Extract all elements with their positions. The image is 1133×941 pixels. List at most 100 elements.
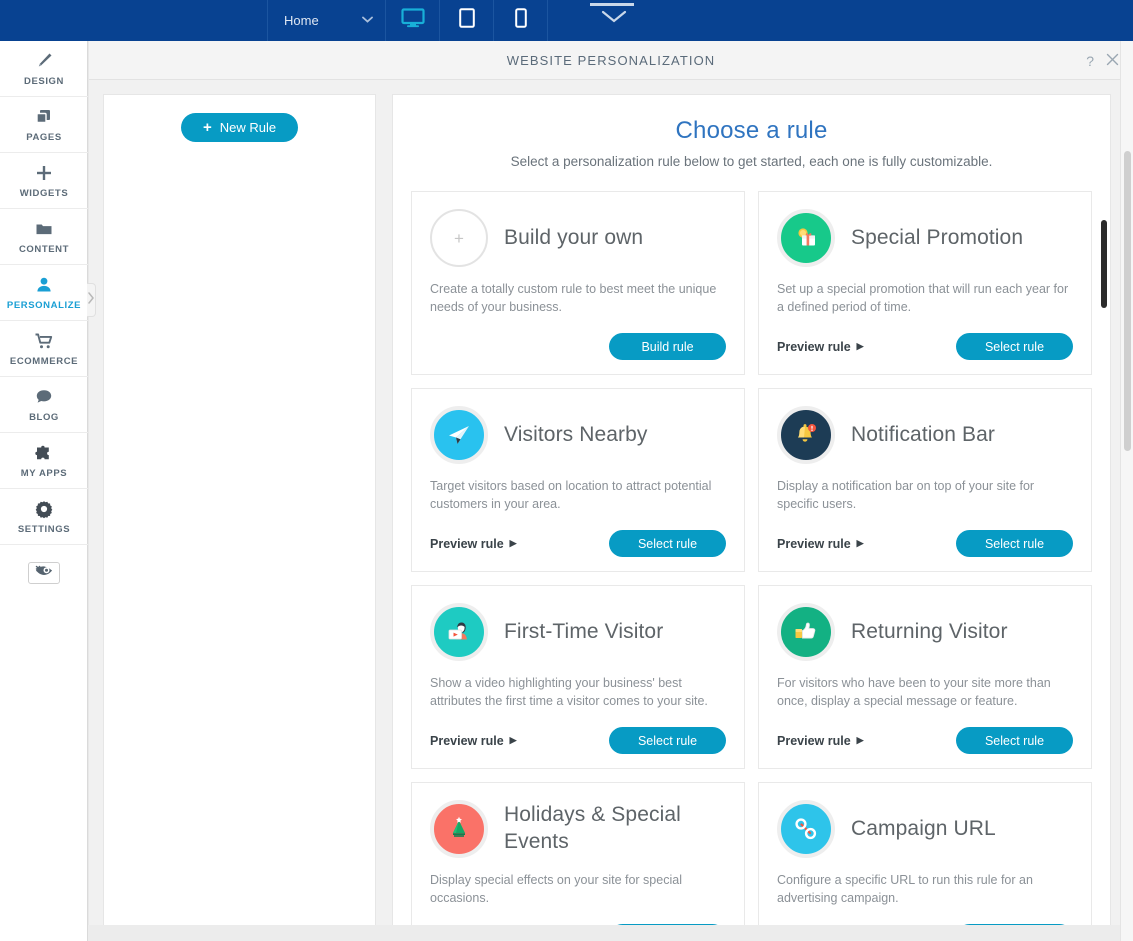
close-icon[interactable] <box>1106 53 1119 68</box>
card-footer: Preview rule ▶ Select rule <box>430 530 726 557</box>
play-triangle-icon: ▶ <box>856 735 864 745</box>
device-mobile-button[interactable] <box>494 0 548 41</box>
mobile-icon <box>514 8 527 33</box>
device-desktop-button[interactable] <box>386 0 440 41</box>
desktop-icon <box>400 8 425 33</box>
card-header: Notification Bar <box>777 406 1073 464</box>
rule-card[interactable]: Notification Bar Display a notification … <box>758 388 1092 572</box>
card-header: + Build your own <box>430 209 726 267</box>
plus-glyph: + <box>454 228 464 248</box>
select-rule-button[interactable]: Select rule <box>956 530 1073 557</box>
rule-card[interactable]: Returning Visitor For visitors who have … <box>758 585 1092 769</box>
page-scrollbar-track[interactable] <box>1120 41 1133 941</box>
preview-rule-label: Preview rule <box>430 733 504 748</box>
card-title: Notification Bar <box>851 422 995 446</box>
preview-rule-label: Preview rule <box>777 339 851 354</box>
panel-actions: ? <box>1086 41 1119 80</box>
card-header: Visitors Nearby <box>430 406 726 464</box>
sidebar-label: WIDGETS <box>19 187 69 199</box>
sidebar-item-design[interactable]: DESIGN <box>0 41 88 97</box>
card-description: Target visitors based on location to att… <box>430 479 712 511</box>
card-footer: Preview rule ▶ Select rule <box>777 530 1073 557</box>
preview-rule-link[interactable]: Preview rule ▶ <box>777 537 864 551</box>
page-selector-label: Home <box>284 13 319 28</box>
panel-collapse-toggle[interactable] <box>588 0 636 41</box>
sidebar-item-personalize[interactable]: PERSONALIZE <box>0 265 88 321</box>
sidebar-item-my-apps[interactable]: MY APPS <box>0 433 88 489</box>
paper-plane-icon <box>430 406 488 464</box>
sidebar-item-blog[interactable]: BLOG <box>0 377 88 433</box>
device-tablet-button[interactable] <box>440 0 494 41</box>
sidebar-item-content[interactable]: CONTENT <box>0 209 88 265</box>
page-title: WEBSITE PERSONALIZATION <box>506 52 716 68</box>
page-selector[interactable]: Home <box>268 0 386 41</box>
chooser-scrollbar-thumb[interactable] <box>1101 220 1107 308</box>
preview-toggle-row <box>0 545 87 601</box>
gear-icon <box>34 499 54 519</box>
sidebar-label: SETTINGS <box>17 523 71 535</box>
person-icon <box>34 275 54 295</box>
top-bar: Home <box>0 0 1133 41</box>
select-rule-button[interactable]: Select rule <box>956 333 1073 360</box>
sidebar-label: DESIGN <box>23 75 65 87</box>
sidebar-item-settings[interactable]: SETTINGS <box>0 489 88 545</box>
bell-icon <box>777 406 835 464</box>
sidebar-collapse-handle[interactable] <box>87 283 96 317</box>
select-rule-button[interactable]: Select rule <box>956 727 1073 754</box>
sidebar-item-widgets[interactable]: WIDGETS <box>0 153 88 209</box>
topbar-left-spacer <box>0 0 268 41</box>
preview-rule-link[interactable]: Preview rule ▶ <box>777 340 864 354</box>
rule-card[interactable]: Campaign URL Configure a specific URL to… <box>758 782 1092 927</box>
play-triangle-icon: ▶ <box>856 538 864 548</box>
build-rule-button[interactable]: Build rule <box>609 333 726 360</box>
link-chain-icon <box>777 800 835 858</box>
question-mark-icon[interactable]: ? <box>1086 54 1094 68</box>
page-scrollbar-thumb[interactable] <box>1124 151 1131 451</box>
sidebar-label: MY APPS <box>20 467 68 479</box>
plus-circle-outline-icon: + <box>430 209 488 267</box>
card-title: Build your own <box>504 225 644 249</box>
rule-card[interactable]: Holidays & Special Events Display specia… <box>411 782 745 927</box>
sidebar-label: CONTENT <box>18 243 70 255</box>
card-title: Visitors Nearby <box>504 422 648 446</box>
chevron-down-icon <box>601 10 627 23</box>
card-title: Campaign URL <box>851 816 996 840</box>
preview-rule-label: Preview rule <box>777 536 851 551</box>
puzzle-icon <box>34 443 54 463</box>
preview-mode-button[interactable] <box>27 562 60 584</box>
rule-card[interactable]: First-Time Visitor Show a video highligh… <box>411 585 745 769</box>
card-description: Display special effects on your site for… <box>430 873 682 905</box>
card-description: Create a totally custom rule to best mee… <box>430 282 717 314</box>
new-rule-button[interactable]: + New Rule <box>180 113 299 142</box>
rules-list-column: + New Rule <box>103 94 376 928</box>
cart-icon <box>34 331 54 351</box>
panel-header: WEBSITE PERSONALIZATION ? <box>89 41 1133 80</box>
preview-rule-link[interactable]: Preview rule ▶ <box>430 734 517 748</box>
rule-chooser-content: Choose a rule Select a personalization r… <box>393 95 1110 927</box>
preview-rule-label: Preview rule <box>777 733 851 748</box>
card-description: Set up a special promotion that will run… <box>777 282 1069 314</box>
sidebar-item-pages[interactable]: PAGES <box>0 97 88 153</box>
chevron-right-icon <box>88 291 94 309</box>
select-rule-button[interactable]: Select rule <box>609 727 726 754</box>
card-header: Campaign URL <box>777 800 1073 858</box>
preview-rule-link[interactable]: Preview rule ▶ <box>777 734 864 748</box>
rule-card[interactable]: Special Promotion Set up a special promo… <box>758 191 1092 375</box>
card-header: First-Time Visitor <box>430 603 726 661</box>
thumbs-up-icon <box>777 603 835 661</box>
rule-card[interactable]: + Build your own Create a totally custom… <box>411 191 745 375</box>
brush-icon <box>34 51 54 71</box>
tablet-icon <box>458 8 475 33</box>
sidebar-item-ecommerce[interactable]: ECOMMERCE <box>0 321 88 377</box>
chooser-scrollbar-track[interactable] <box>1099 95 1108 927</box>
folder-icon <box>34 219 54 239</box>
toggle-bar <box>590 3 634 6</box>
select-rule-button[interactable]: Select rule <box>609 530 726 557</box>
sidebar-label: PAGES <box>26 131 62 143</box>
preview-rule-link[interactable]: Preview rule ▶ <box>430 537 517 551</box>
play-triangle-icon: ▶ <box>509 538 517 548</box>
rule-card[interactable]: Visitors Nearby Target visitors based on… <box>411 388 745 572</box>
card-description: For visitors who have been to your site … <box>777 676 1051 708</box>
main-panel: WEBSITE PERSONALIZATION ? + New Rule Cho… <box>89 41 1133 941</box>
card-title: Special Promotion <box>851 225 1024 249</box>
